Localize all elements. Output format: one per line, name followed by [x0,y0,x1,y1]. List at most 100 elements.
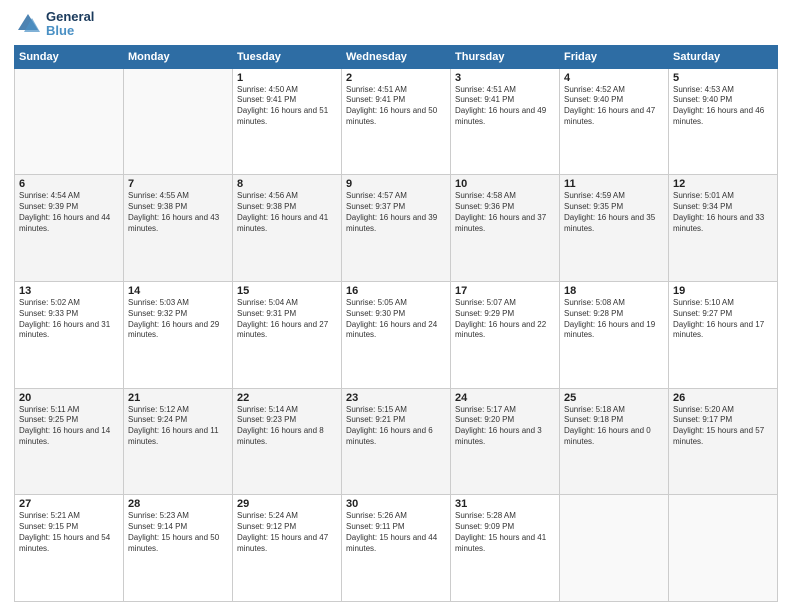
day-info: Sunrise: 5:04 AM Sunset: 9:31 PM Dayligh… [237,298,337,341]
calendar-day-20: 20Sunrise: 5:11 AM Sunset: 9:25 PM Dayli… [15,388,124,495]
calendar-week-row: 20Sunrise: 5:11 AM Sunset: 9:25 PM Dayli… [15,388,778,495]
calendar-day-23: 23Sunrise: 5:15 AM Sunset: 9:21 PM Dayli… [342,388,451,495]
calendar-day-15: 15Sunrise: 5:04 AM Sunset: 9:31 PM Dayli… [233,281,342,388]
calendar-day-10: 10Sunrise: 4:58 AM Sunset: 9:36 PM Dayli… [451,175,560,282]
day-number: 28 [128,498,228,510]
calendar-day-2: 2Sunrise: 4:51 AM Sunset: 9:41 PM Daylig… [342,68,451,175]
day-number: 1 [237,72,337,84]
calendar-day-25: 25Sunrise: 5:18 AM Sunset: 9:18 PM Dayli… [560,388,669,495]
day-number: 20 [19,392,119,404]
day-number: 16 [346,285,446,297]
day-number: 8 [237,178,337,190]
day-number: 29 [237,498,337,510]
day-number: 2 [346,72,446,84]
calendar-day-27: 27Sunrise: 5:21 AM Sunset: 9:15 PM Dayli… [15,495,124,602]
calendar-day-30: 30Sunrise: 5:26 AM Sunset: 9:11 PM Dayli… [342,495,451,602]
day-number: 21 [128,392,228,404]
day-number: 25 [564,392,664,404]
day-number: 4 [564,72,664,84]
calendar-day-3: 3Sunrise: 4:51 AM Sunset: 9:41 PM Daylig… [451,68,560,175]
day-number: 13 [19,285,119,297]
calendar-day-21: 21Sunrise: 5:12 AM Sunset: 9:24 PM Dayli… [124,388,233,495]
day-info: Sunrise: 4:59 AM Sunset: 9:35 PM Dayligh… [564,191,664,234]
day-info: Sunrise: 5:05 AM Sunset: 9:30 PM Dayligh… [346,298,446,341]
day-number: 15 [237,285,337,297]
calendar-day-11: 11Sunrise: 4:59 AM Sunset: 9:35 PM Dayli… [560,175,669,282]
day-info: Sunrise: 4:58 AM Sunset: 9:36 PM Dayligh… [455,191,555,234]
day-number: 24 [455,392,555,404]
day-info: Sunrise: 5:07 AM Sunset: 9:29 PM Dayligh… [455,298,555,341]
calendar-day-14: 14Sunrise: 5:03 AM Sunset: 9:32 PM Dayli… [124,281,233,388]
calendar-day-4: 4Sunrise: 4:52 AM Sunset: 9:40 PM Daylig… [560,68,669,175]
day-info: Sunrise: 5:08 AM Sunset: 9:28 PM Dayligh… [564,298,664,341]
calendar-empty-cell [15,68,124,175]
calendar-day-19: 19Sunrise: 5:10 AM Sunset: 9:27 PM Dayli… [669,281,778,388]
day-info: Sunrise: 5:11 AM Sunset: 9:25 PM Dayligh… [19,405,119,448]
page: General Blue SundayMondayTuesdayWednesda… [0,0,792,612]
calendar-day-16: 16Sunrise: 5:05 AM Sunset: 9:30 PM Dayli… [342,281,451,388]
calendar-empty-cell [124,68,233,175]
calendar-day-28: 28Sunrise: 5:23 AM Sunset: 9:14 PM Dayli… [124,495,233,602]
calendar-empty-cell [669,495,778,602]
day-number: 14 [128,285,228,297]
day-info: Sunrise: 5:18 AM Sunset: 9:18 PM Dayligh… [564,405,664,448]
calendar-day-6: 6Sunrise: 4:54 AM Sunset: 9:39 PM Daylig… [15,175,124,282]
calendar-day-5: 5Sunrise: 4:53 AM Sunset: 9:40 PM Daylig… [669,68,778,175]
day-info: Sunrise: 5:24 AM Sunset: 9:12 PM Dayligh… [237,511,337,554]
logo: General Blue [14,10,94,39]
calendar-day-9: 9Sunrise: 4:57 AM Sunset: 9:37 PM Daylig… [342,175,451,282]
day-number: 22 [237,392,337,404]
day-number: 6 [19,178,119,190]
logo-text: General Blue [46,10,94,39]
day-number: 19 [673,285,773,297]
calendar-day-26: 26Sunrise: 5:20 AM Sunset: 9:17 PM Dayli… [669,388,778,495]
day-info: Sunrise: 4:52 AM Sunset: 9:40 PM Dayligh… [564,85,664,128]
day-number: 31 [455,498,555,510]
calendar-header-friday: Friday [560,45,669,68]
day-info: Sunrise: 5:10 AM Sunset: 9:27 PM Dayligh… [673,298,773,341]
day-info: Sunrise: 4:51 AM Sunset: 9:41 PM Dayligh… [455,85,555,128]
day-number: 23 [346,392,446,404]
calendar-table: SundayMondayTuesdayWednesdayThursdayFrid… [14,45,778,602]
header: General Blue [14,10,778,39]
day-info: Sunrise: 5:21 AM Sunset: 9:15 PM Dayligh… [19,511,119,554]
calendar-header-saturday: Saturday [669,45,778,68]
day-number: 3 [455,72,555,84]
logo-icon [14,10,42,38]
day-info: Sunrise: 5:15 AM Sunset: 9:21 PM Dayligh… [346,405,446,448]
calendar-day-24: 24Sunrise: 5:17 AM Sunset: 9:20 PM Dayli… [451,388,560,495]
day-info: Sunrise: 5:01 AM Sunset: 9:34 PM Dayligh… [673,191,773,234]
calendar-header-wednesday: Wednesday [342,45,451,68]
day-info: Sunrise: 4:51 AM Sunset: 9:41 PM Dayligh… [346,85,446,128]
day-number: 26 [673,392,773,404]
calendar-day-12: 12Sunrise: 5:01 AM Sunset: 9:34 PM Dayli… [669,175,778,282]
day-number: 17 [455,285,555,297]
day-info: Sunrise: 4:53 AM Sunset: 9:40 PM Dayligh… [673,85,773,128]
calendar-header-sunday: Sunday [15,45,124,68]
day-info: Sunrise: 4:57 AM Sunset: 9:37 PM Dayligh… [346,191,446,234]
calendar-week-row: 6Sunrise: 4:54 AM Sunset: 9:39 PM Daylig… [15,175,778,282]
calendar-header-row: SundayMondayTuesdayWednesdayThursdayFrid… [15,45,778,68]
calendar-day-7: 7Sunrise: 4:55 AM Sunset: 9:38 PM Daylig… [124,175,233,282]
day-info: Sunrise: 5:17 AM Sunset: 9:20 PM Dayligh… [455,405,555,448]
day-info: Sunrise: 5:26 AM Sunset: 9:11 PM Dayligh… [346,511,446,554]
day-number: 5 [673,72,773,84]
calendar-week-row: 1Sunrise: 4:50 AM Sunset: 9:41 PM Daylig… [15,68,778,175]
calendar-week-row: 13Sunrise: 5:02 AM Sunset: 9:33 PM Dayli… [15,281,778,388]
calendar-header-thursday: Thursday [451,45,560,68]
day-number: 30 [346,498,446,510]
day-info: Sunrise: 4:56 AM Sunset: 9:38 PM Dayligh… [237,191,337,234]
calendar-day-22: 22Sunrise: 5:14 AM Sunset: 9:23 PM Dayli… [233,388,342,495]
day-info: Sunrise: 5:03 AM Sunset: 9:32 PM Dayligh… [128,298,228,341]
day-info: Sunrise: 5:28 AM Sunset: 9:09 PM Dayligh… [455,511,555,554]
day-info: Sunrise: 5:02 AM Sunset: 9:33 PM Dayligh… [19,298,119,341]
calendar-header-monday: Monday [124,45,233,68]
day-info: Sunrise: 5:14 AM Sunset: 9:23 PM Dayligh… [237,405,337,448]
day-number: 18 [564,285,664,297]
calendar-day-29: 29Sunrise: 5:24 AM Sunset: 9:12 PM Dayli… [233,495,342,602]
day-info: Sunrise: 4:50 AM Sunset: 9:41 PM Dayligh… [237,85,337,128]
day-info: Sunrise: 4:54 AM Sunset: 9:39 PM Dayligh… [19,191,119,234]
calendar-week-row: 27Sunrise: 5:21 AM Sunset: 9:15 PM Dayli… [15,495,778,602]
calendar-day-13: 13Sunrise: 5:02 AM Sunset: 9:33 PM Dayli… [15,281,124,388]
calendar-day-31: 31Sunrise: 5:28 AM Sunset: 9:09 PM Dayli… [451,495,560,602]
